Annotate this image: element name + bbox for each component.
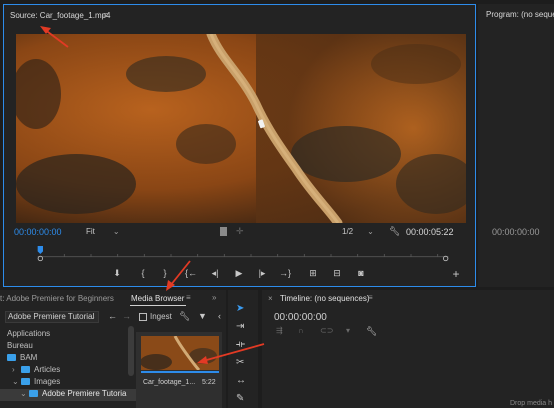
tree-item-applications[interactable]: Applications bbox=[0, 329, 136, 341]
tree-item-label: Images bbox=[34, 377, 61, 386]
chevron-right-icon[interactable]: › bbox=[12, 365, 21, 374]
clip-thumbnail-image bbox=[141, 336, 219, 370]
ingest-checkbox[interactable] bbox=[139, 313, 147, 321]
tree-item-label: Bureau bbox=[7, 341, 33, 350]
chevron-down-icon: ⌄ bbox=[112, 227, 120, 236]
go-to-out-icon[interactable]: →} bbox=[278, 268, 292, 278]
step-forward-icon[interactable]: |▸ bbox=[255, 268, 269, 279]
program-monitor-title[interactable]: Program: (no sequences) bbox=[486, 10, 554, 19]
fit-label: Fit bbox=[86, 227, 95, 236]
razor-tool-icon[interactable]: ✂︎ bbox=[236, 357, 244, 368]
duration-timecode: 00:00:05:22 bbox=[406, 227, 454, 237]
folder-icon bbox=[21, 366, 30, 373]
tree-scrollbar[interactable] bbox=[128, 326, 134, 376]
chevron-down-icon: ⌄ bbox=[367, 227, 374, 236]
timeline-timecode[interactable]: 00:00:00:00 bbox=[274, 312, 327, 323]
camera-icon[interactable]: ◙ bbox=[354, 268, 368, 278]
mark-in-icon[interactable]: { bbox=[136, 268, 150, 278]
chevron-down-icon[interactable]: ⌄ bbox=[20, 389, 29, 398]
selection-tool-icon[interactable]: ➤ bbox=[236, 303, 244, 314]
timeline-panel: × Timeline: (no sequences) ≡ 00:00:00:00… bbox=[262, 290, 554, 408]
source-monitor-title[interactable]: Source: Car_footage_1.mp4 bbox=[10, 11, 111, 20]
panel-menu-icon[interactable]: ≡ bbox=[103, 10, 108, 20]
add-marker-icon[interactable]: ⬇︎ bbox=[110, 268, 124, 279]
media-browser-panel: t: Adobe Premiere for Beginners Media Br… bbox=[0, 290, 226, 408]
tree-item-label: Articles bbox=[34, 365, 61, 374]
close-icon[interactable]: × bbox=[268, 294, 273, 303]
insert-icon[interactable]: ⊞ bbox=[306, 268, 320, 279]
wrench-icon[interactable]: 🔧︎ bbox=[366, 326, 377, 337]
more-panels-icon[interactable]: » bbox=[212, 293, 216, 302]
source-monitor-panel: Source: Car_footage_1.mp4 ≡ 00:00:00:00 … bbox=[3, 4, 476, 287]
ripple-edit-tool-icon[interactable]: ⟛ bbox=[236, 339, 245, 350]
slip-tool-icon[interactable]: ↔ bbox=[236, 375, 246, 386]
panel-menu-icon[interactable]: ≡ bbox=[368, 293, 373, 302]
ingest-label: Ingest bbox=[150, 312, 172, 321]
drop-media-hint: Drop media h bbox=[510, 400, 553, 407]
export-frame-icon[interactable] bbox=[220, 227, 227, 236]
insert-marker-icon[interactable]: ✛ bbox=[236, 226, 244, 237]
active-tab-underline bbox=[130, 305, 186, 306]
collapse-icon[interactable]: ‹ bbox=[218, 311, 221, 321]
program-timecode: 00:00:00:00 bbox=[492, 227, 540, 237]
program-monitor-panel: Program: (no sequences) 00:00:00:00 bbox=[478, 4, 554, 287]
filter-icon[interactable]: ▼ bbox=[198, 311, 207, 321]
nest-icon[interactable]: ⇶ bbox=[276, 326, 283, 335]
panel-menu-icon[interactable]: ≡ bbox=[186, 293, 191, 302]
linked-selection-icon[interactable]: ⊂⊃ bbox=[320, 326, 333, 335]
marker-icon[interactable]: ▾ bbox=[346, 326, 350, 335]
aerial-footage-image bbox=[16, 34, 466, 223]
clip-thumbnail-card[interactable]: Car_footage_1... 5:22 bbox=[136, 332, 222, 408]
fit-dropdown[interactable]: Fit ⌄ bbox=[86, 227, 126, 236]
clip-duration: 5:22 bbox=[202, 379, 216, 386]
pen-tool-icon[interactable]: ✎ bbox=[236, 393, 244, 404]
time-ruler[interactable] bbox=[12, 246, 474, 262]
clip-name: Car_footage_1... bbox=[143, 379, 196, 386]
mark-out-icon[interactable]: } bbox=[158, 268, 172, 278]
path-dropdown[interactable]: Adobe Premiere Tutorial ⌄ bbox=[5, 311, 99, 323]
folder-icon bbox=[21, 378, 30, 385]
tree-item-bam[interactable]: BAM bbox=[0, 353, 136, 365]
wrench-icon[interactable]: 🔧︎ bbox=[179, 311, 190, 322]
tab-project[interactable]: t: Adobe Premiere for Beginners bbox=[0, 294, 114, 303]
go-to-in-icon[interactable]: {← bbox=[184, 268, 198, 278]
video-preview bbox=[16, 34, 466, 223]
track-select-tool-icon[interactable]: ⇥ bbox=[236, 321, 244, 332]
add-button-icon[interactable]: + bbox=[449, 267, 463, 281]
folder-icon bbox=[7, 354, 16, 361]
snap-icon[interactable]: ∩ bbox=[298, 326, 304, 335]
tools-panel: ➤ ⇥ ⟛ ✂︎ ↔ ✎ bbox=[228, 290, 258, 408]
clip-progress-bar bbox=[141, 371, 219, 373]
forward-arrow-icon[interactable]: → bbox=[122, 311, 131, 321]
tree-item-label: BAM bbox=[20, 353, 38, 362]
resolution-label: 1/2 bbox=[342, 227, 354, 236]
current-timecode[interactable]: 00:00:00:00 bbox=[14, 227, 62, 237]
tree-item-bureau[interactable]: Bureau bbox=[0, 341, 136, 353]
folder-icon bbox=[29, 390, 38, 397]
tab-media-browser[interactable]: Media Browser bbox=[131, 294, 184, 303]
wrench-icon[interactable]: 🔧︎ bbox=[389, 226, 400, 237]
tree-item-images[interactable]: ⌄ Images bbox=[0, 377, 136, 389]
tree-item-articles[interactable]: › Articles bbox=[0, 365, 136, 377]
overwrite-icon[interactable]: ⊟ bbox=[330, 268, 344, 279]
step-back-icon[interactable]: ◂| bbox=[208, 268, 222, 279]
chevron-down-icon: ⌄ bbox=[89, 312, 96, 321]
tree-item-adobe-premiere-tutorial[interactable]: ⌄ Adobe Premiere Tutoria bbox=[0, 389, 136, 401]
path-label: Adobe Premiere Tutorial bbox=[8, 312, 95, 321]
play-icon[interactable]: ▶ bbox=[232, 268, 246, 279]
timeline-title[interactable]: Timeline: (no sequences) bbox=[280, 294, 370, 303]
back-arrow-icon[interactable]: ← bbox=[108, 311, 117, 321]
chevron-down-icon[interactable]: ⌄ bbox=[12, 377, 21, 386]
tree-item-label: Applications bbox=[7, 329, 51, 338]
tree-item-label: Adobe Premiere Tutoria bbox=[42, 389, 127, 398]
resolution-dropdown[interactable]: 1/2 ⌄ bbox=[342, 227, 380, 236]
